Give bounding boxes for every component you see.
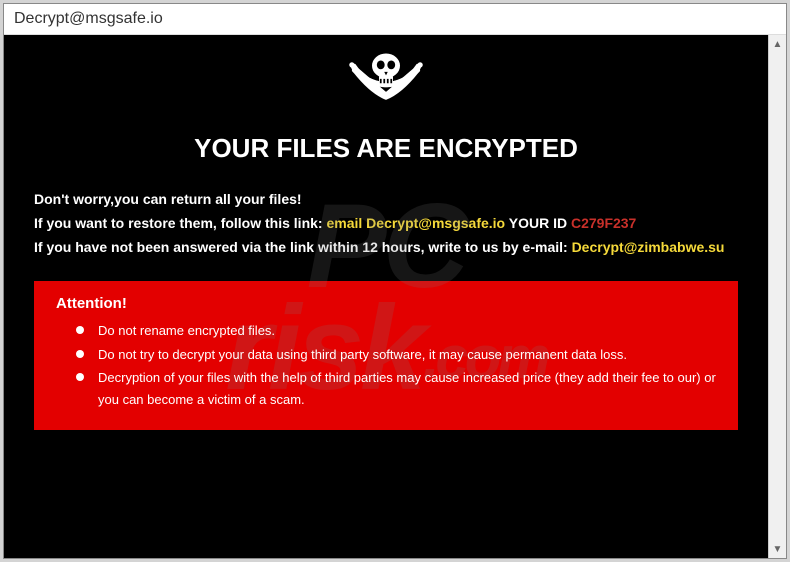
attention-title: Attention! [56, 295, 718, 312]
info-line-2: If you want to restore them, follow this… [34, 212, 738, 236]
attention-box: Attention! Do not rename encrypted files… [34, 281, 738, 430]
info-line-1: Don't worry,you can return all your file… [34, 188, 738, 212]
email-label: email [326, 215, 366, 231]
bullet-item: Do not rename encrypted files. [76, 320, 718, 341]
content-wrapper: PC risk.com [4, 35, 786, 558]
bullet-item: Decryption of your files with the help o… [76, 367, 718, 410]
line3-prefix: If you have not been answered via the li… [34, 239, 572, 255]
bullet-item: Do not try to decrypt your data using th… [76, 344, 718, 365]
app-window: Decrypt@msgsafe.io PC risk.com [3, 3, 787, 559]
info-line-3: If you have not been answered via the li… [34, 236, 738, 260]
ransom-note-content: PC risk.com [4, 35, 768, 558]
your-id-label: YOUR ID [505, 215, 571, 231]
window-title: Decrypt@msgsafe.io [4, 4, 786, 35]
scroll-down-arrow-icon[interactable]: ▼ [770, 540, 786, 558]
attention-bullet-list: Do not rename encrypted files. Do not tr… [56, 320, 718, 410]
vertical-scrollbar[interactable]: ▲ ▼ [768, 35, 786, 558]
scroll-up-arrow-icon[interactable]: ▲ [770, 35, 786, 53]
user-id-value: C279F237 [571, 215, 636, 231]
main-heading: YOUR FILES ARE ENCRYPTED [34, 133, 738, 164]
info-block: Don't worry,you can return all your file… [34, 188, 738, 259]
line2-prefix: If you want to restore them, follow this… [34, 215, 326, 231]
secondary-email: Decrypt@zimbabwe.su [572, 239, 725, 255]
skull-swords-icon [341, 50, 431, 120]
skull-logo-area [34, 50, 738, 125]
primary-email: Decrypt@msgsafe.io [366, 215, 505, 231]
